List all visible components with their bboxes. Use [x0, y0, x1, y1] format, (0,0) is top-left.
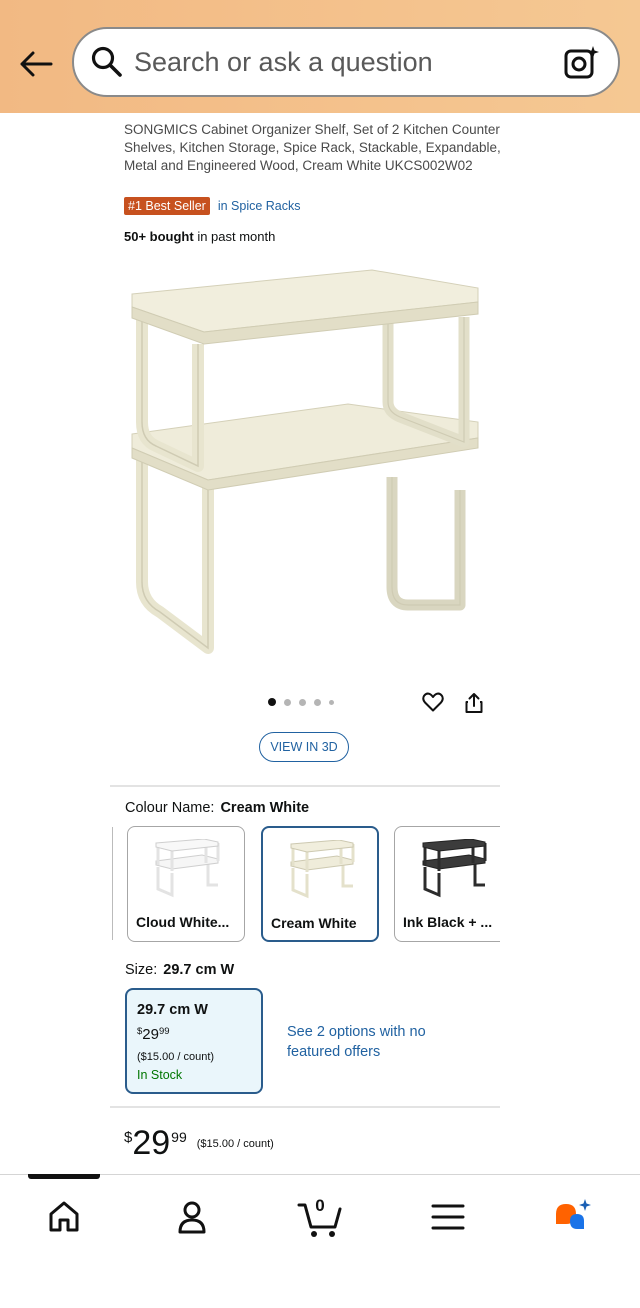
ink-black-thumbnail: [422, 839, 487, 898]
bottom-navigation: 0: [0, 1174, 640, 1308]
size-option-price: $2999: [137, 1026, 170, 1043]
best-seller-category-link[interactable]: in Spice Racks: [218, 199, 301, 213]
nav-account[interactable]: [164, 1195, 220, 1239]
colour-option-cream-white[interactable]: Cream White: [261, 826, 379, 942]
search-icon: [91, 46, 122, 77]
size-option-name: 29.7 cm W: [137, 1002, 208, 1018]
swatch-previous-edge: [110, 827, 113, 940]
see-options-link[interactable]: See 2 options with no featured offers: [287, 1022, 437, 1062]
colour-selected-value: Cream White: [220, 800, 310, 816]
carousel-dot[interactable]: [268, 698, 276, 706]
bought-count-rest: in past month: [193, 229, 276, 244]
size-price-whole: 29: [142, 1026, 159, 1043]
colour-option-cloud-white[interactable]: Cloud White...: [127, 826, 245, 942]
colour-swatch-row[interactable]: Cloud White... Cream White Ink Black + .…: [110, 825, 500, 945]
size-option-card[interactable]: 29.7 cm W $2999 ($15.00 / count) In Stoc…: [125, 988, 263, 1094]
size-option-stock: In Stock: [137, 1068, 183, 1082]
view-in-3d-button[interactable]: VIEW IN 3D: [259, 732, 349, 762]
home-icon: [49, 1201, 79, 1232]
size-selected-value: 29.7 cm W: [163, 962, 235, 978]
carousel-dot[interactable]: [299, 698, 306, 706]
best-seller-badge: #1 Best Seller: [124, 197, 210, 215]
cream-white-thumbnail: [290, 840, 355, 899]
colour-option-ink-black[interactable]: Ink Black + ...: [394, 826, 500, 942]
nav-active-indicator: [28, 1174, 100, 1179]
app-header: [0, 0, 640, 113]
product-image[interactable]: [120, 262, 500, 662]
colour-option-label: Cream White: [271, 915, 357, 931]
carousel-dot[interactable]: [284, 698, 291, 706]
rufus-assistant-icon: [556, 1199, 591, 1229]
section-divider: [110, 785, 500, 787]
nav-home[interactable]: [36, 1195, 92, 1239]
cart-count: 0: [315, 1196, 325, 1215]
menu-icon: [431, 1204, 465, 1230]
person-icon: [178, 1201, 206, 1234]
size-label-text: Size:: [125, 962, 158, 978]
bought-count: 50+ bought in past month: [124, 229, 275, 244]
price-currency: $: [124, 1129, 133, 1146]
product-title[interactable]: SONGMICS Cabinet Organizer Shelf, Set of…: [124, 121, 504, 175]
heart-icon[interactable]: [421, 690, 445, 714]
search-input[interactable]: [134, 43, 554, 81]
cloud-white-thumbnail: [155, 839, 220, 898]
main-price: $ 29 99 ($15.00 / count): [124, 1125, 274, 1161]
share-icon[interactable]: [462, 691, 486, 715]
search-bar[interactable]: [72, 27, 620, 97]
section-divider: [110, 1106, 500, 1108]
back-arrow-icon[interactable]: [16, 44, 56, 84]
nav-menu[interactable]: [420, 1195, 476, 1239]
colour-option-label: Ink Black + ...: [403, 914, 493, 930]
bought-count-bold: 50+ bought: [124, 229, 194, 244]
price-unit: ($15.00 / count): [196, 1138, 274, 1150]
size-label: Size: 29.7 cm W: [125, 962, 234, 978]
price-fraction: 99: [171, 1129, 187, 1145]
nav-rufus[interactable]: [546, 1195, 602, 1239]
price-whole: 29: [132, 1124, 171, 1162]
camera-lens-icon[interactable]: [562, 43, 602, 83]
image-carousel-dots[interactable]: [268, 698, 334, 706]
nav-cart[interactable]: 0: [292, 1195, 348, 1239]
size-option-unit-price: ($15.00 / count): [137, 1051, 215, 1063]
colour-option-label: Cloud White...: [136, 914, 230, 930]
carousel-dot[interactable]: [314, 698, 321, 706]
colour-label-text: Colour Name:: [125, 800, 215, 816]
carousel-dot[interactable]: [329, 699, 334, 705]
colour-name-label: Colour Name: Cream White: [125, 800, 309, 816]
best-seller-row: #1 Best Seller in Spice Racks: [124, 197, 301, 215]
size-price-fraction: 99: [158, 1026, 170, 1037]
